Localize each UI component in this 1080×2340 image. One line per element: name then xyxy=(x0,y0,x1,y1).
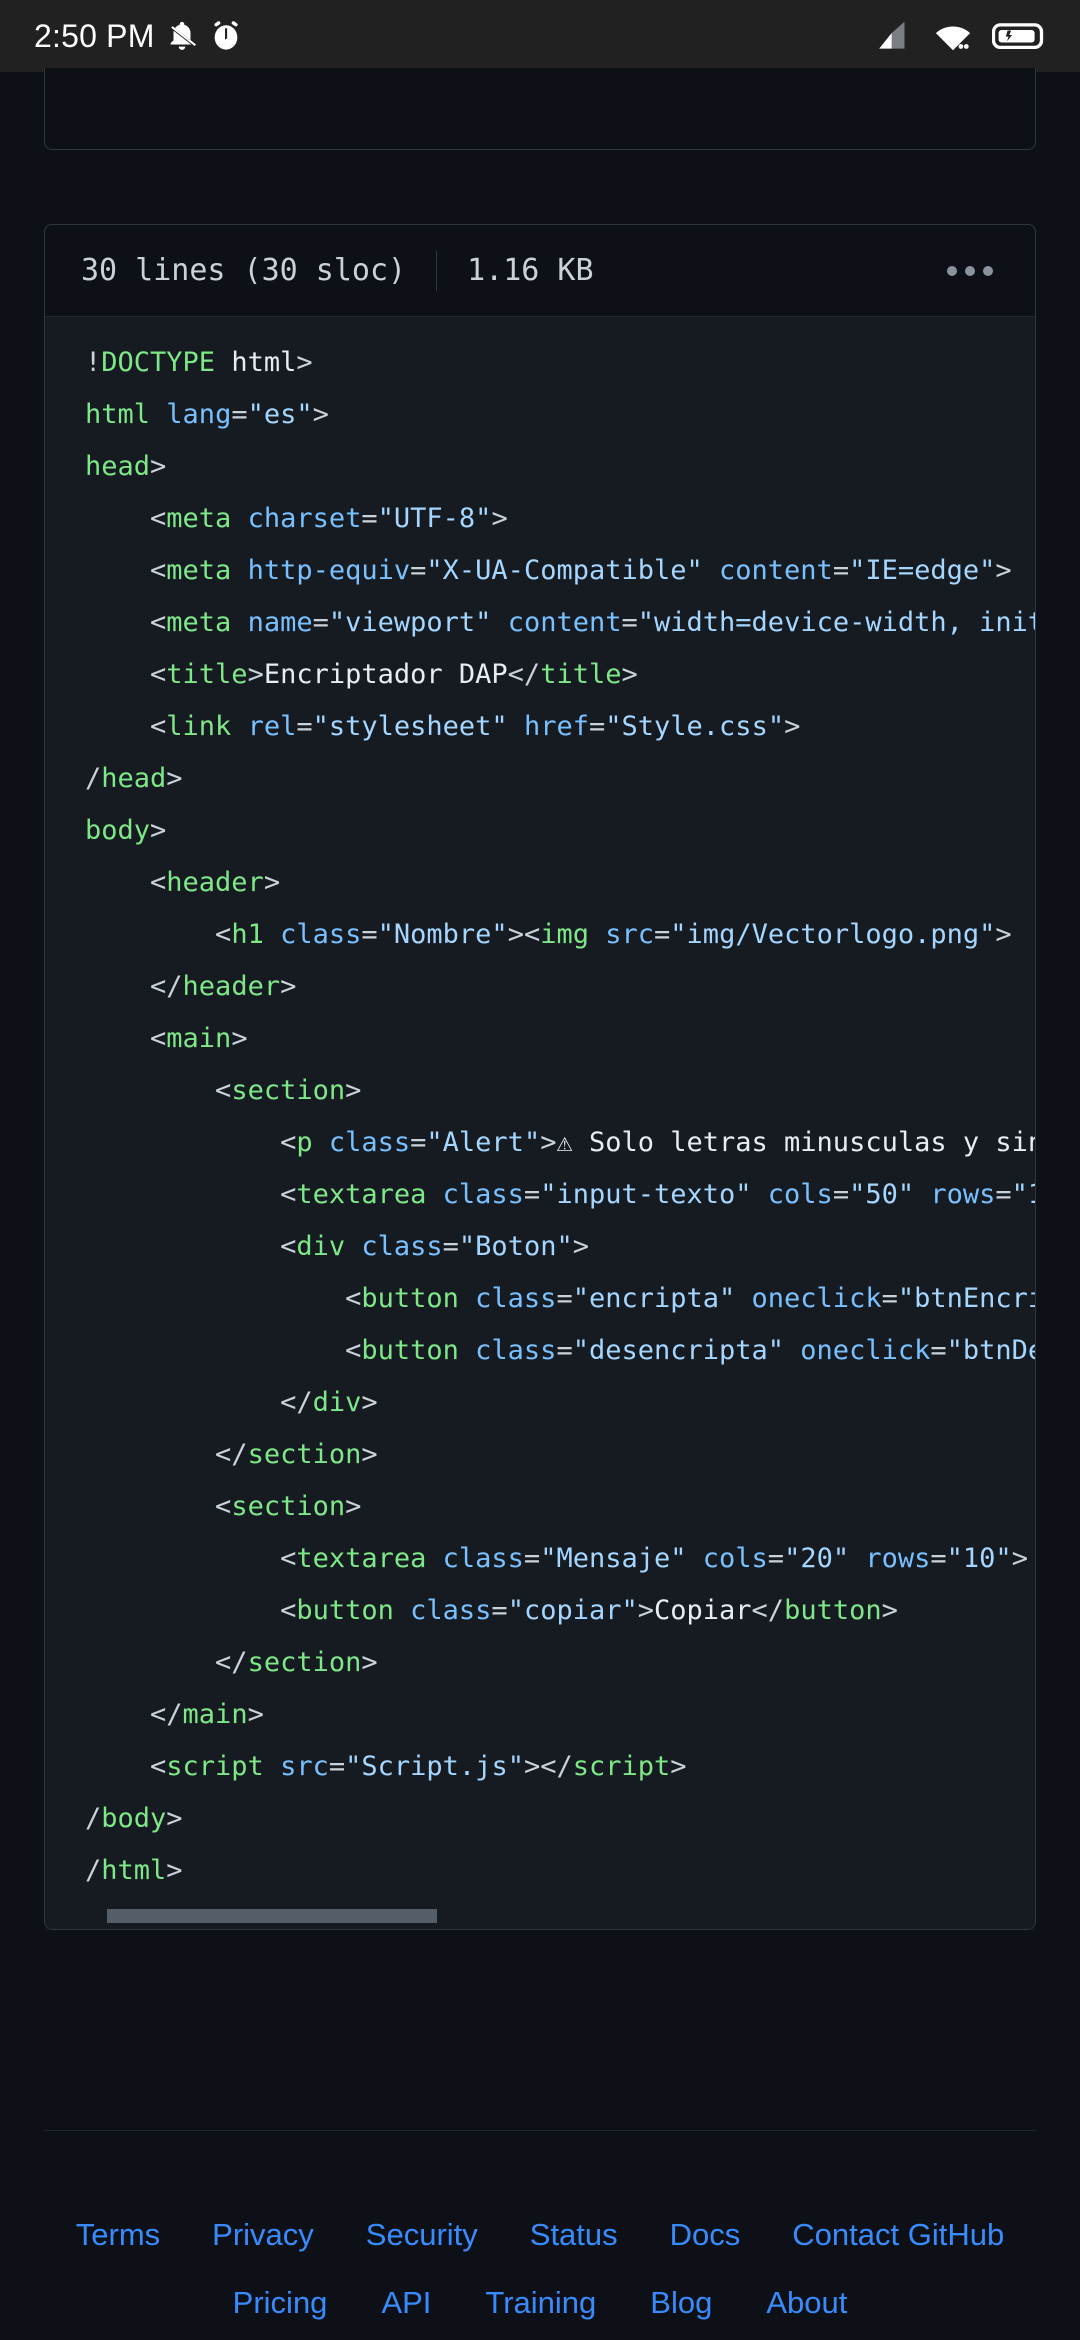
line-count-label: 30 lines (30 sloc) xyxy=(81,253,407,288)
code-line: </main> xyxy=(85,1699,264,1730)
code-line: </section> xyxy=(85,1647,378,1678)
code-line: <p class="Alert">⚠ Solo letras minuscula… xyxy=(85,1127,1035,1158)
file-card: 30 lines (30 sloc) 1.16 KB !DOCTYPE html… xyxy=(44,224,1036,1930)
code-line: <button class="copiar">Copiar</button> xyxy=(85,1595,898,1626)
code-line: /html> xyxy=(85,1855,183,1886)
code-line: <main> xyxy=(85,1023,248,1054)
footer-links-row-1: Terms Privacy Security Status Docs Contact Gi… xyxy=(0,2217,1080,2253)
file-meta-bar: 30 lines (30 sloc) 1.16 KB xyxy=(45,225,1035,317)
code-horizontal-scrollbar[interactable] xyxy=(45,1909,1035,1929)
footer-link-pricing[interactable]: Pricing xyxy=(233,2285,328,2321)
code-line: <header> xyxy=(85,867,281,898)
code-line: <button class="desencripta" oneclick="bt… xyxy=(85,1335,1035,1366)
footer-link-about[interactable]: About xyxy=(766,2285,847,2321)
code-line: html lang="es"> xyxy=(85,399,329,430)
code-line: <button class="encripta" oneclick="btnEn… xyxy=(85,1283,1035,1314)
scrollbar-thumb[interactable] xyxy=(107,1909,437,1923)
bell-muted-icon xyxy=(165,19,199,53)
code-line: <link rel="stylesheet" href="Style.css"> xyxy=(85,711,801,742)
code-content: !DOCTYPE html> html lang="es"> head> <meta… xyxy=(45,337,1035,1897)
code-line: <section> xyxy=(85,1491,362,1522)
alarm-clock-icon xyxy=(209,19,243,53)
footer-link-terms[interactable]: Terms xyxy=(76,2217,160,2253)
kebab-dot xyxy=(947,265,957,276)
code-line: <meta charset="UTF-8"> xyxy=(85,503,508,534)
previous-card-partial xyxy=(44,68,1036,150)
code-line: <section> xyxy=(85,1075,362,1106)
code-line: <meta name="viewport" content="width=dev… xyxy=(85,607,1035,638)
code-line: body> xyxy=(85,815,167,846)
page-content: 30 lines (30 sloc) 1.16 KB !DOCTYPE html… xyxy=(0,68,1080,2340)
footer-link-docs[interactable]: Docs xyxy=(670,2217,741,2253)
code-line: <textarea class="Mensaje" cols="20" rows… xyxy=(85,1543,1028,1574)
code-line: <div class="Boton"> xyxy=(85,1231,589,1262)
code-line: <script src="Script.js"></script> xyxy=(85,1751,687,1782)
footer-link-contact-github[interactable]: Contact GitHub xyxy=(792,2217,1004,2253)
footer-link-privacy[interactable]: Privacy xyxy=(212,2217,314,2253)
footer-link-training[interactable]: Training xyxy=(485,2285,596,2321)
footer-link-security[interactable]: Security xyxy=(366,2217,478,2253)
code-line: </section> xyxy=(85,1439,378,1470)
code-line: <title>Encriptador DAP</title> xyxy=(85,659,638,690)
footer-links-row-2: Pricing API Training Blog About xyxy=(0,2285,1080,2321)
footer-link-status[interactable]: Status xyxy=(530,2217,618,2253)
file-actions-menu-button[interactable] xyxy=(941,256,999,286)
kebab-dot xyxy=(965,265,975,276)
clock-time: 2:50 PM xyxy=(34,17,155,54)
file-size-label: 1.16 KB xyxy=(467,253,594,288)
footer-link-blog[interactable]: Blog xyxy=(650,2285,712,2321)
cellular-signal-icon xyxy=(876,20,914,52)
code-line: /head> xyxy=(85,763,183,794)
code-line: !DOCTYPE html> xyxy=(85,347,313,378)
meta-divider xyxy=(436,250,438,291)
site-footer: Terms Privacy Security Status Docs Contact Gi… xyxy=(0,2131,1080,2340)
code-viewer[interactable]: !DOCTYPE html> html lang="es"> head> <meta… xyxy=(45,317,1035,1929)
code-line: <meta http-equiv="X-UA-Compatible" conte… xyxy=(85,555,1012,586)
battery-icon xyxy=(992,21,1046,51)
code-line: <textarea class="input-texto" cols="50" … xyxy=(85,1179,1035,1210)
code-line: </div> xyxy=(85,1387,378,1418)
code-line: head> xyxy=(85,451,167,482)
code-line: </header> xyxy=(85,971,297,1002)
status-bar-right xyxy=(876,20,1046,52)
footer-link-api[interactable]: API xyxy=(381,2285,431,2321)
status-bar-left: 2:50 PM xyxy=(34,18,243,55)
code-line: /body> xyxy=(85,1803,183,1834)
status-bar: 2:50 PM xyxy=(0,0,1080,72)
wifi-icon xyxy=(934,20,972,52)
kebab-dot xyxy=(983,265,993,276)
code-line: <h1 class="Nombre"><img src="img/Vectorl… xyxy=(85,919,1012,950)
